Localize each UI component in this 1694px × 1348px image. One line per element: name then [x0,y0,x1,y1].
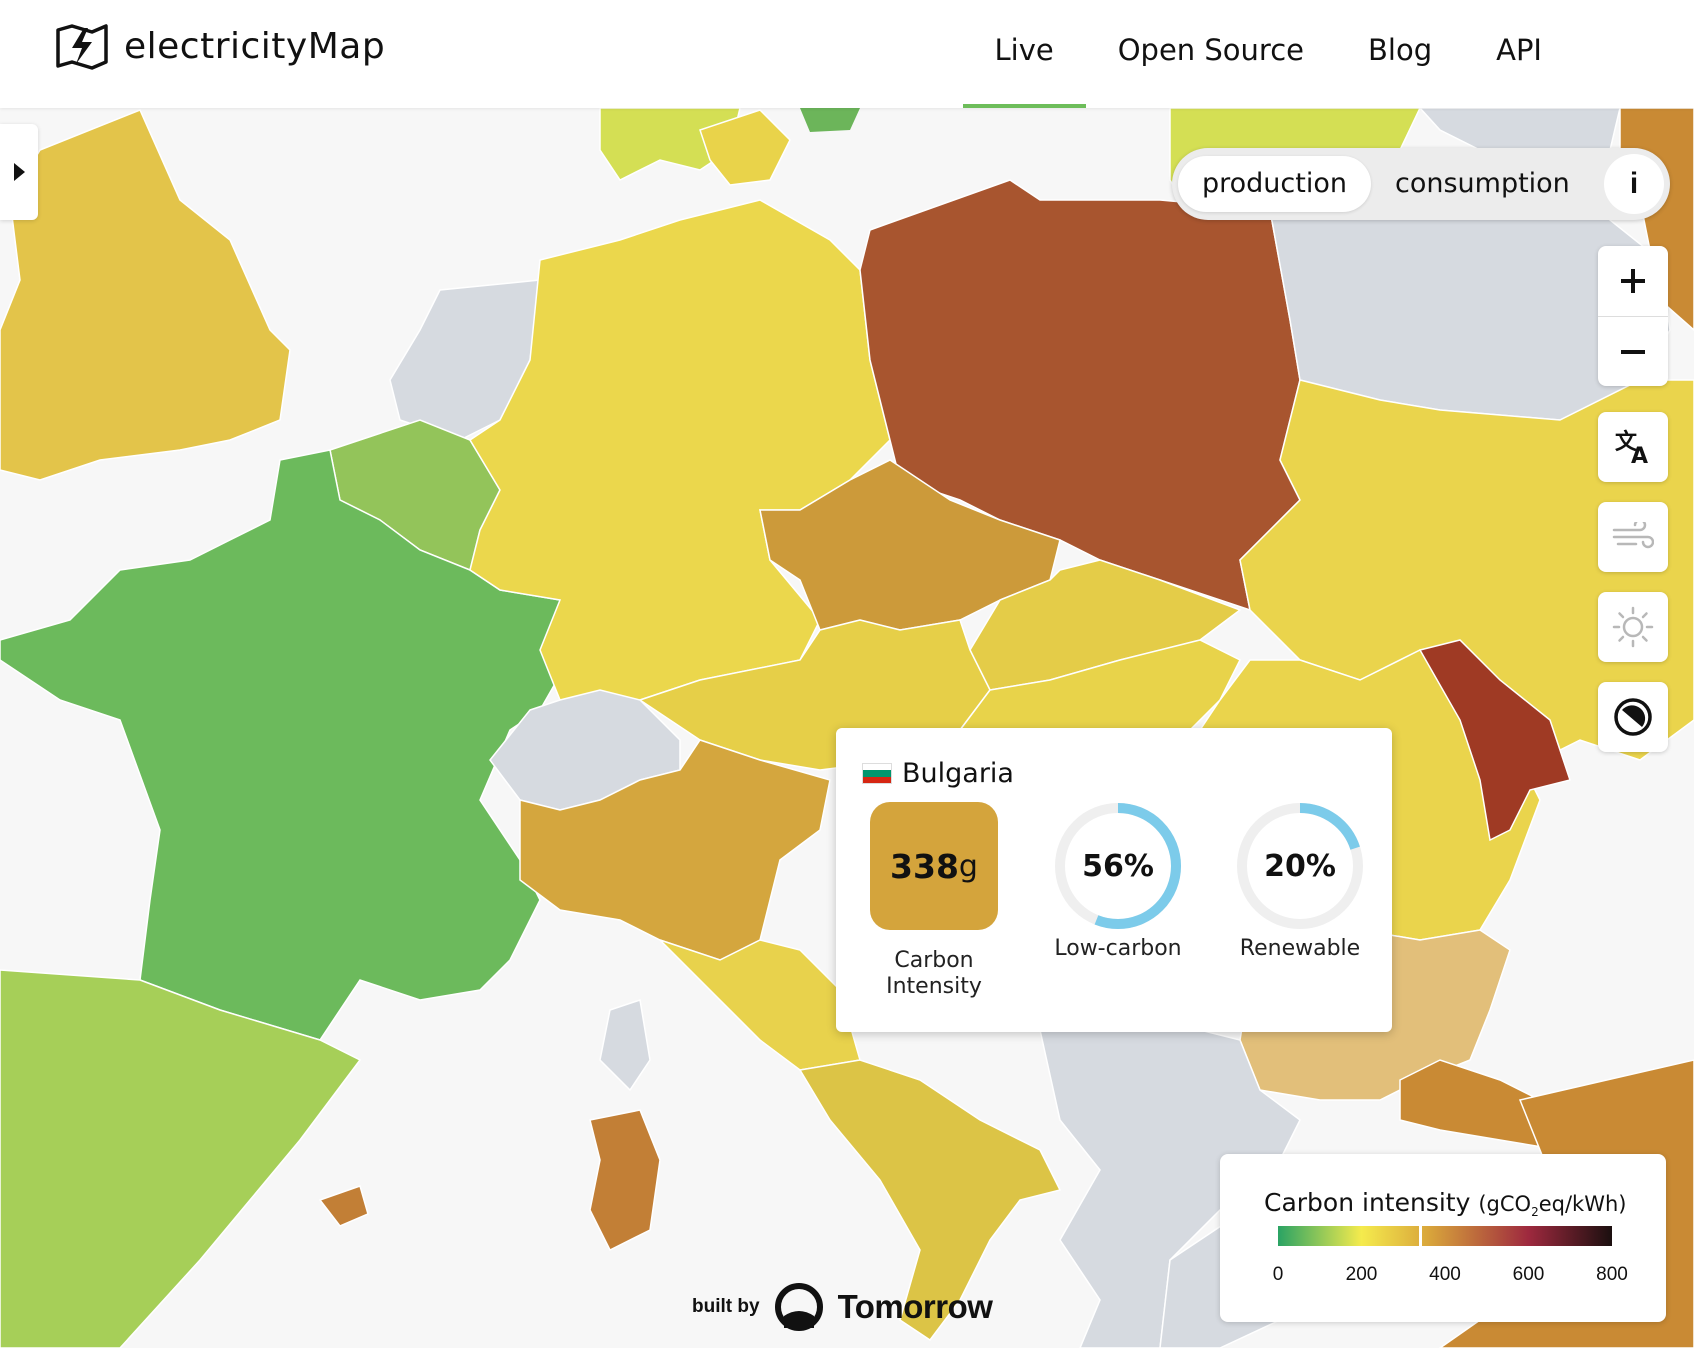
low-carbon-gauge: 56% [1052,800,1184,932]
svg-text:A: A [1631,444,1648,467]
tomorrow-logo-icon [774,1283,823,1331]
carbon-intensity-label: Carbon Intensity [854,948,1014,1000]
renewable-gauge: 20% [1234,800,1366,932]
main-nav: Live Open Source Blog API [962,0,1575,108]
carbon-intensity-unit: g [958,848,978,884]
low-carbon-value: 56% [1082,848,1154,884]
expand-panel-button[interactable] [0,124,38,220]
wind-layer-button[interactable] [1598,502,1668,572]
renewable-label: Renewable [1239,936,1361,961]
dark-mode-button[interactable] [1598,682,1668,752]
legend-ticks: 0 200 400 600 800 [1273,1264,1628,1288]
low-carbon-label: Low-carbon [1054,936,1182,961]
nav-blog[interactable]: Blog [1336,0,1464,108]
lightning-map-icon [56,24,108,70]
legend-tick: 200 [1345,1264,1378,1285]
app-name: electricityMap [124,25,386,67]
legend-unit-sub: 2 [1531,1205,1539,1220]
legend-unit: (gCO2eq/kWh) [1478,1192,1627,1220]
legend-title: Carbon intensity (gCO2eq/kWh) [1264,1188,1626,1219]
zoom-controls [1598,246,1668,386]
legend-tick: 0 [1272,1264,1284,1285]
language-button[interactable]: 文 A [1598,412,1668,482]
nav-api[interactable]: API [1464,0,1574,108]
tomorrow-company-name: Tomorrow [837,1288,993,1325]
carbon-intensity-label-line2: Intensity [886,974,982,999]
built-by-label: built by [692,1296,760,1317]
carbon-intensity-value: 338 [890,846,959,886]
country-tooltip: Bulgaria 338 g Carbon Intensity 56% Low-c… [836,728,1392,1032]
plus-icon [1621,269,1645,293]
app-logo[interactable]: electricityMap [54,22,385,70]
solar-layer-button[interactable] [1598,592,1668,662]
sun-icon [1612,606,1654,648]
legend-tick: 800 [1596,1264,1628,1285]
tooltip-header: Bulgaria [862,758,1014,789]
renewable-value: 20% [1264,848,1336,884]
carbon-intensity-badge: 338 g [870,802,998,930]
wind-icon [1612,522,1654,549]
legend-color-scale [1278,1226,1612,1246]
legend-unit-suffix: eq/kWh) [1538,1192,1627,1216]
bulgaria-flag-icon [862,763,892,784]
nav-open-source[interactable]: Open Source [1086,0,1336,108]
dark-mode-icon [1614,698,1652,736]
mode-toggle: production consumption i [1172,148,1670,220]
toggle-production[interactable]: production [1178,156,1371,212]
carbon-intensity-legend: Carbon intensity (gCO2eq/kWh) 0 200 400 … [1220,1154,1666,1322]
chevron-right-icon [13,163,25,181]
translate-icon: 文 A [1615,429,1648,467]
nav-live[interactable]: Live [962,0,1086,108]
minus-icon [1621,349,1645,354]
legend-tick: 600 [1512,1264,1545,1285]
info-button[interactable]: i [1604,154,1664,214]
carbon-intensity-label-line1: Carbon [894,948,974,973]
top-header: electricityMap Live Open Source Blog API [0,0,1694,108]
legend-title-text: Carbon intensity [1264,1188,1471,1217]
built-by-credit[interactable]: built by Tomorrow [692,1282,993,1332]
toggle-consumption[interactable]: consumption [1371,156,1594,212]
legend-unit-prefix: (gCO [1478,1192,1532,1216]
zoom-in-button[interactable] [1598,246,1668,316]
legend-tick: 400 [1429,1264,1461,1285]
zoom-out-button[interactable] [1598,316,1668,386]
tooltip-country-name: Bulgaria [902,758,1014,789]
